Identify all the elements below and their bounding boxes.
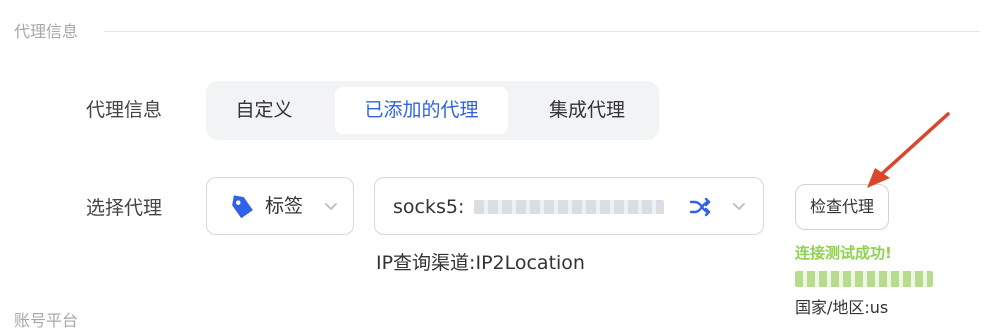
check-proxy-button[interactable]: 检查代理 (795, 184, 889, 230)
proxy-info-label: 代理信息 (86, 99, 163, 121)
country-region-text: 国家/地区:us (795, 298, 889, 317)
tab-custom[interactable]: 自定义 (218, 87, 310, 134)
shuffle-icon[interactable] (688, 195, 712, 219)
masked-ip-result (795, 271, 933, 287)
proxy-mode-tabs: 自定义 已添加的代理 集成代理 (206, 81, 659, 140)
tab-integrated-proxy[interactable]: 集成代理 (529, 87, 645, 134)
section-title: 代理信息 (14, 22, 79, 41)
section-header: 代理信息 (14, 21, 980, 43)
annotation-arrow-icon (867, 112, 950, 188)
select-proxy-label: 选择代理 (86, 197, 163, 219)
bottom-section-title: 账号平台 (14, 311, 79, 330)
proxy-select-dropdown[interactable]: socks5: (374, 177, 764, 235)
chevron-down-icon (325, 203, 337, 210)
connection-success-text: 连接测试成功! (795, 244, 892, 262)
proxy-protocol-value: socks5: (393, 196, 465, 218)
tag-icon (232, 195, 253, 219)
tag-select-label: 标签 (265, 195, 304, 217)
ip-channel-text: IP查询渠道:IP2Location (376, 252, 585, 274)
tag-select-dropdown[interactable]: 标签 (206, 177, 354, 235)
section-divider (104, 31, 980, 32)
chevron-down-icon (733, 203, 745, 210)
masked-proxy-address (474, 200, 664, 214)
tab-added-proxy[interactable]: 已添加的代理 (335, 87, 508, 134)
